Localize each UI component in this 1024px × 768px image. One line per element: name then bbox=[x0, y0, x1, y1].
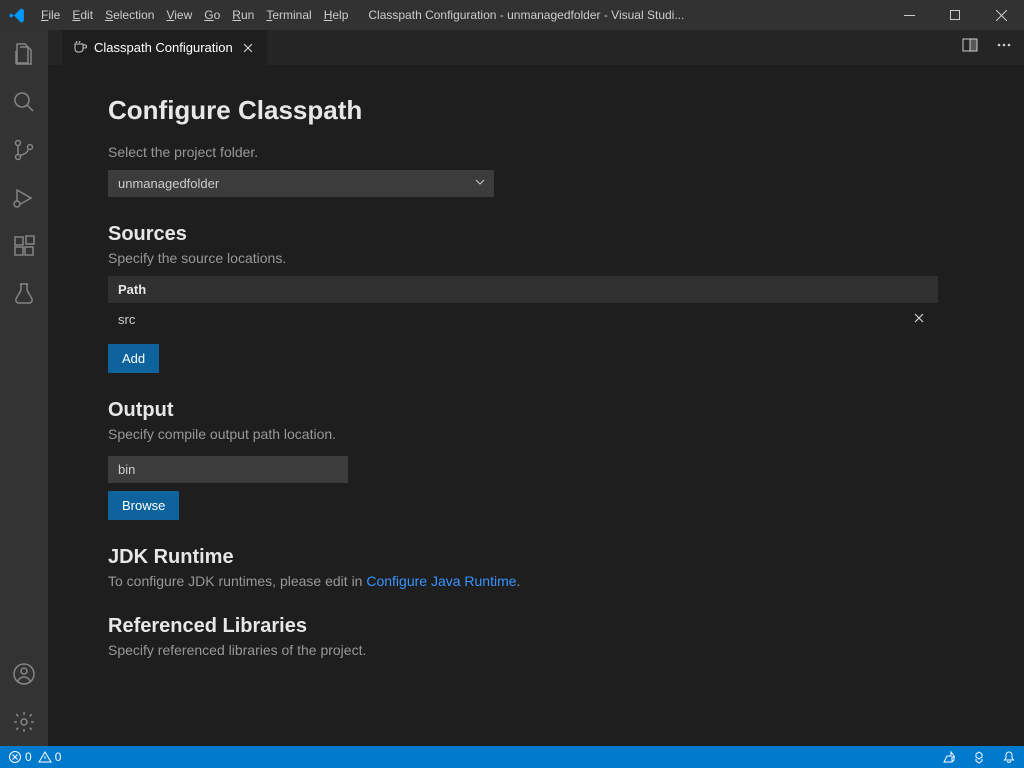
editor-area: Classpath Configuration Configure Classp… bbox=[48, 30, 1024, 746]
sources-col-header: Path bbox=[108, 276, 938, 303]
vscode-logo bbox=[0, 7, 35, 24]
menu-file[interactable]: File bbox=[35, 4, 66, 26]
sources-heading: Sources bbox=[108, 223, 964, 246]
notifications-icon[interactable] bbox=[1002, 750, 1016, 764]
output-path-input[interactable] bbox=[108, 456, 348, 483]
jdk-desc: To configure JDK runtimes, please edit i… bbox=[108, 573, 964, 589]
menu-terminal[interactable]: Terminal bbox=[260, 4, 317, 26]
settings-gear-icon[interactable] bbox=[0, 698, 48, 746]
close-tab-icon[interactable] bbox=[239, 39, 257, 57]
output-desc: Specify compile output path location. bbox=[108, 426, 964, 442]
search-icon[interactable] bbox=[0, 78, 48, 126]
title-bar: File Edit Selection View Go Run Terminal… bbox=[0, 0, 1024, 30]
refs-desc: Specify referenced libraries of the proj… bbox=[108, 642, 964, 658]
minimize-icon[interactable] bbox=[886, 0, 932, 30]
menu-selection[interactable]: Selection bbox=[99, 4, 160, 26]
refs-heading: Referenced Libraries bbox=[108, 615, 964, 638]
menu-go[interactable]: Go bbox=[198, 4, 226, 26]
menu-help[interactable]: Help bbox=[318, 4, 355, 26]
menu-run[interactable]: Run bbox=[226, 4, 260, 26]
source-control-icon[interactable] bbox=[0, 126, 48, 174]
menu-edit[interactable]: Edit bbox=[66, 4, 99, 26]
source-path-cell: src bbox=[118, 312, 910, 327]
project-select-label: Select the project folder. bbox=[108, 144, 964, 160]
run-debug-icon[interactable] bbox=[0, 174, 48, 222]
tab-title: Classpath Configuration bbox=[94, 40, 233, 55]
project-folder-select[interactable]: unmanagedfolder bbox=[108, 170, 494, 197]
split-editor-icon[interactable] bbox=[962, 37, 978, 58]
testing-icon[interactable] bbox=[0, 270, 48, 318]
configure-java-runtime-link[interactable]: Configure Java Runtime bbox=[366, 573, 516, 589]
table-row: src bbox=[108, 303, 938, 336]
close-icon[interactable] bbox=[978, 0, 1024, 30]
coffee-cup-icon bbox=[72, 38, 88, 57]
window-controls bbox=[886, 0, 1024, 30]
accounts-icon[interactable] bbox=[0, 650, 48, 698]
java-status-icon[interactable] bbox=[972, 750, 986, 764]
browse-button[interactable]: Browse bbox=[108, 491, 179, 520]
add-source-button[interactable]: Add bbox=[108, 344, 159, 373]
menu-view[interactable]: View bbox=[160, 4, 198, 26]
warnings-status[interactable]: 0 bbox=[38, 750, 62, 764]
sources-table: Path src bbox=[108, 276, 938, 336]
output-heading: Output bbox=[108, 399, 964, 422]
menu-bar: File Edit Selection View Go Run Terminal… bbox=[35, 4, 354, 26]
content-pane: Configure Classpath Select the project f… bbox=[48, 65, 1024, 746]
feedback-icon[interactable] bbox=[942, 750, 956, 764]
page-title: Configure Classpath bbox=[108, 95, 964, 126]
errors-status[interactable]: 0 bbox=[8, 750, 32, 764]
explorer-icon[interactable] bbox=[0, 30, 48, 78]
activity-bar bbox=[0, 30, 48, 746]
maximize-icon[interactable] bbox=[932, 0, 978, 30]
editor-actions bbox=[962, 30, 1024, 65]
window-title: Classpath Configuration - unmanagedfolde… bbox=[354, 8, 886, 22]
extensions-icon[interactable] bbox=[0, 222, 48, 270]
more-actions-icon[interactable] bbox=[996, 37, 1012, 58]
tab-classpath-configuration[interactable]: Classpath Configuration bbox=[62, 30, 267, 65]
jdk-heading: JDK Runtime bbox=[108, 546, 964, 569]
status-bar: 0 0 bbox=[0, 746, 1024, 768]
sources-desc: Specify the source locations. bbox=[108, 250, 964, 266]
tab-bar: Classpath Configuration bbox=[48, 30, 1024, 65]
remove-row-icon[interactable] bbox=[910, 309, 928, 330]
